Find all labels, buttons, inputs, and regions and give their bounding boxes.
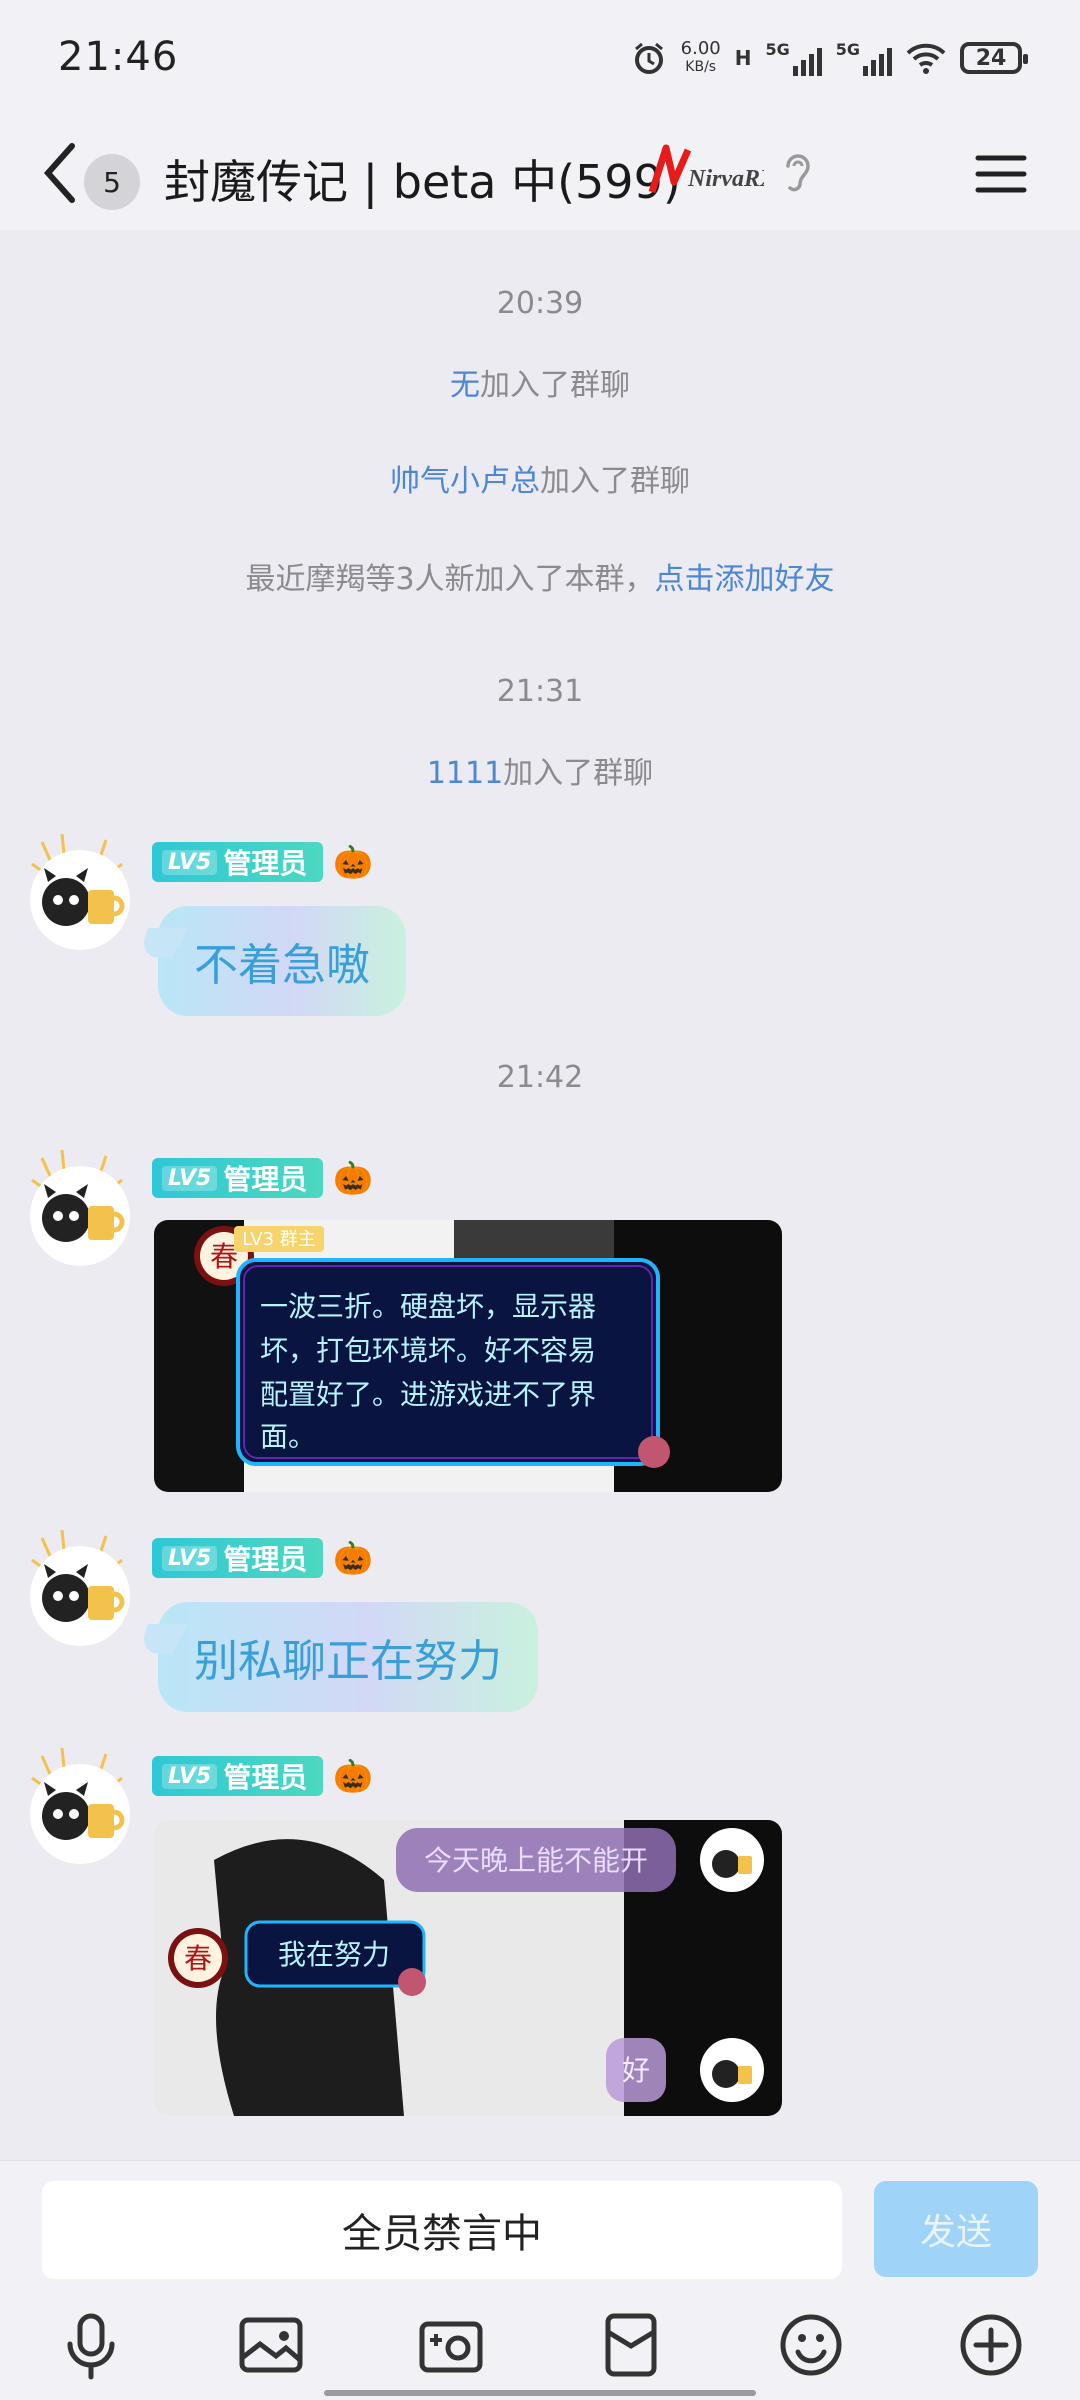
sender-badges: LV5 管理员 🎃 <box>152 1756 373 1796</box>
image-text-line: 配置好了。进游戏进不了界 <box>260 1378 596 1411</box>
system-join-message: 无加入了群聊 <box>0 360 1080 404</box>
sig2-label: 5G <box>835 40 860 59</box>
message-bubble[interactable]: 不着急嗷 <box>158 906 406 1016</box>
camera-icon[interactable] <box>416 2310 486 2380</box>
role-label: 管理员 <box>223 1761 308 1794</box>
level-tag: LV5 <box>162 1763 218 1789</box>
net-speed-unit: KB/s <box>685 59 717 75</box>
signal-icon-2: 5G <box>836 40 892 76</box>
system-join-message: 1111加入了群聊 <box>0 748 1080 792</box>
avatar[interactable] <box>22 1150 138 1266</box>
image-text-line: 坏，打包环境坏。好不容易 <box>260 1334 596 1367</box>
net-speed-value: 6.00 <box>680 38 721 59</box>
screenshot-image: 春 今天晚上能不能开 我在努力 好 <box>154 1820 782 2116</box>
image-bubble-text: 今天晚上能不能开 <box>424 1844 648 1877</box>
ear-icon[interactable] <box>780 146 816 202</box>
home-indicator[interactable] <box>324 2390 756 2396</box>
muted-input-field[interactable]: 全员禁言中 <box>42 2181 842 2279</box>
avatar[interactable] <box>22 834 138 950</box>
level-tag: LV5 <box>162 1545 218 1571</box>
sig1-label: 5G <box>765 40 790 59</box>
seal-text: 春 <box>210 1240 238 1273</box>
back-arrow-icon[interactable] <box>36 138 86 208</box>
image-bubble-text: 好 <box>622 2054 650 2087</box>
admin-badge: LV5 管理员 <box>152 1538 324 1578</box>
red-packet-icon[interactable] <box>596 2310 666 2380</box>
seal-text: 春 <box>184 1942 212 1975</box>
network-speed: 6.00 KB/s <box>681 40 721 76</box>
admin-badge: LV5 管理员 <box>152 1756 324 1796</box>
level-tag: LV5 <box>162 849 218 875</box>
alarm-icon <box>634 42 663 74</box>
role-label: 管理员 <box>223 1163 308 1196</box>
admin-badge: LV5 管理员 <box>152 842 324 882</box>
image-bubble-text: 我在努力 <box>278 1938 390 1971</box>
sender-badges: LV5 管理员 🎃 <box>152 842 373 882</box>
message-bubble[interactable]: 别私聊正在努力 <box>158 1602 538 1712</box>
system-join-message: 帅气小卢总加入了群聊 <box>0 456 1080 500</box>
brand-logo: NirvaRX <box>648 144 764 194</box>
status-time: 21:46 <box>58 34 179 80</box>
pumpkin-icon: 🎃 <box>333 843 374 881</box>
join-user-link[interactable]: 帅气小卢总 <box>390 464 540 499</box>
image-text-line: 面。 <box>260 1420 316 1453</box>
status-icons: 6.00 KB/s H 5G 5G 24 <box>631 34 1028 82</box>
recent-members-notice: 最近摩羯等3人新加入了本群，点击添加好友 <box>0 554 1080 598</box>
plus-icon[interactable] <box>956 2310 1026 2380</box>
avatar[interactable] <box>22 1530 138 1646</box>
brand-logo-text: NirvaRX <box>687 166 764 192</box>
battery-level: 24 <box>975 45 1007 71</box>
chat-title[interactable]: 封魔传记 | beta 中(599) <box>164 146 681 212</box>
role-label: 管理员 <box>223 847 308 880</box>
join-user-link[interactable]: 无 <box>450 368 480 403</box>
join-text: 加入了群聊 <box>480 368 630 403</box>
pumpkin-icon: 🎃 <box>333 1757 374 1795</box>
join-text: 加入了群聊 <box>503 756 654 791</box>
emoji-icon[interactable] <box>776 2310 846 2380</box>
menu-icon[interactable] <box>974 144 1028 204</box>
admin-badge: LV5 管理员 <box>152 1158 324 1198</box>
chat-area[interactable]: 20:39 无加入了群聊 帅气小卢总加入了群聊 最近摩羯等3人新加入了本群，点击… <box>0 230 1080 2160</box>
image-message[interactable]: 春 今天晚上能不能开 我在努力 好 <box>154 1820 782 2116</box>
timestamp: 21:31 <box>496 674 584 709</box>
battery-icon: 24 <box>960 42 1028 74</box>
add-friend-link[interactable]: 点击添加好友 <box>655 562 835 597</box>
timestamp: 21:42 <box>496 1060 584 1095</box>
status-bar: 21:46 6.00 KB/s H 5G 5G 24 <box>0 0 1080 120</box>
timestamp: 20:39 <box>496 286 584 321</box>
level-tag: LV5 <box>162 1165 218 1191</box>
wifi-icon <box>906 43 946 74</box>
image-badge-text: LV3 群主 <box>242 1229 316 1250</box>
pumpkin-icon: 🎃 <box>333 1539 374 1577</box>
image-text-line: 一波三折。硬盘坏，显示器 <box>260 1290 596 1323</box>
sender-badges: LV5 管理员 🎃 <box>152 1158 373 1198</box>
chat-header: 5 封魔传记 | beta 中(599) NirvaRX <box>0 120 1080 230</box>
signal-icon-1: 5G <box>765 40 822 76</box>
role-label: 管理员 <box>223 1543 308 1576</box>
pumpkin-icon: 🎃 <box>333 1159 374 1197</box>
microphone-icon[interactable] <box>56 2310 126 2380</box>
send-button[interactable]: 发送 <box>874 2181 1038 2277</box>
avatar[interactable] <box>22 1748 138 1864</box>
join-user-link[interactable]: 1111 <box>427 756 503 791</box>
image-message[interactable]: 春 LV3 群主 一波三折。硬盘坏，显示器 坏，打包环境坏。好不容易 配置好了。… <box>154 1220 782 1492</box>
input-bar: 全员禁言中 发送 <box>0 2160 1080 2280</box>
unread-count-badge[interactable]: 5 <box>84 154 140 210</box>
recent-members-text: 最近摩羯等3人新加入了本群， <box>245 562 655 597</box>
sender-badges: LV5 管理员 🎃 <box>152 1538 373 1578</box>
screenshot-image: 春 LV3 群主 一波三折。硬盘坏，显示器 坏，打包环境坏。好不容易 配置好了。… <box>154 1220 782 1492</box>
photo-icon[interactable] <box>236 2310 306 2380</box>
join-text: 加入了群聊 <box>540 464 690 499</box>
h-indicator: H <box>734 46 752 70</box>
input-toolbar <box>0 2280 1080 2400</box>
